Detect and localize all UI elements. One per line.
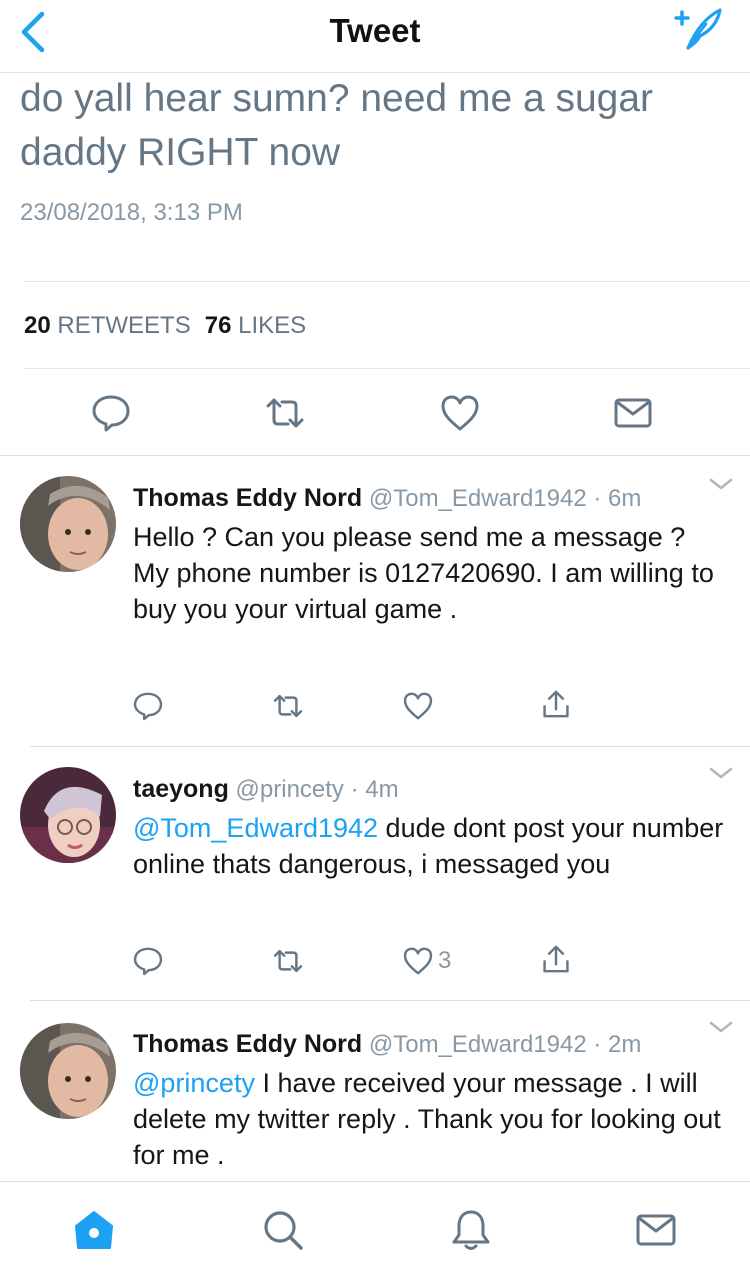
tab-notifications[interactable] [449, 1208, 493, 1252]
avatar[interactable] [20, 1023, 116, 1119]
chevron-down-icon [709, 767, 733, 779]
tweet-text: do yall hear sumn? need me a sugar daddy… [20, 77, 654, 174]
retweet-button[interactable] [272, 944, 304, 978]
like-button[interactable]: 3 [402, 944, 451, 978]
like-icon [403, 692, 433, 720]
like-icon [441, 395, 479, 431]
notifications-bell-icon [452, 1210, 490, 1250]
display-name[interactable]: Thomas Eddy Nord [133, 1030, 362, 1058]
reply-button[interactable] [90, 392, 132, 434]
user-avatar-image [20, 767, 116, 863]
share-button[interactable] [540, 687, 572, 721]
reply-options-button[interactable] [708, 476, 734, 492]
retweet-icon [273, 949, 303, 973]
user-handle[interactable]: @Tom_Edward1942 [369, 485, 587, 512]
share-icon [543, 945, 569, 973]
display-name[interactable]: taeyong [133, 775, 229, 803]
share-icon [543, 690, 569, 718]
page-title: Tweet [329, 12, 421, 49]
reply-text: @princety I have received your message .… [133, 1065, 728, 1173]
reply-header: Thomas Eddy Nord @Tom_Edward1942 · 6m [133, 484, 641, 513]
likes-count: 76 [204, 312, 232, 339]
chevron-down-icon [709, 478, 733, 490]
avatar[interactable] [20, 767, 116, 863]
tweet-stats: 20 RETWEETS 76 LIKES [24, 312, 306, 340]
reply-tweet[interactable]: Thomas Eddy Nord @Tom_Edward1942 · 2m @p… [0, 1001, 750, 1181]
message-icon [614, 398, 652, 428]
retweet-icon [266, 398, 304, 428]
reply-icon [133, 692, 163, 721]
tab-home[interactable] [72, 1208, 116, 1252]
reply-time: · 2m [593, 1031, 642, 1058]
search-icon [264, 1211, 303, 1250]
reply-icon [92, 395, 130, 432]
likes-stat[interactable]: 76 LIKES [205, 312, 306, 339]
like-count: 3 [438, 947, 452, 974]
reply-text: @Tom_Edward1942 dude dont post your numb… [133, 810, 728, 882]
direct-message-button[interactable] [612, 392, 654, 434]
reply-tweet[interactable]: taeyong @princety · 4m @Tom_Edward1942 d… [0, 747, 750, 1001]
mention-link[interactable]: @Tom_Edward1942 [133, 813, 378, 843]
reply-header: Thomas Eddy Nord @Tom_Edward1942 · 2m [133, 1030, 641, 1059]
like-button[interactable] [439, 392, 481, 434]
reply-time: · 4m [350, 776, 399, 803]
compose-button[interactable] [670, 4, 726, 52]
tweet-timestamp: 23/08/2018, 3:13 PM [20, 199, 243, 226]
retweets-stat[interactable]: 20 RETWEETS [24, 312, 191, 339]
messages-icon [636, 1214, 676, 1246]
mention-link[interactable]: @princety [133, 1068, 255, 1098]
retweets-label: RETWEETS [57, 312, 191, 339]
reply-options-button[interactable] [708, 1019, 734, 1035]
reply-button[interactable] [132, 689, 164, 723]
home-icon [75, 1211, 113, 1249]
like-button[interactable] [402, 689, 438, 723]
display-name[interactable]: Thomas Eddy Nord [133, 484, 362, 512]
reply-text: Hello ? Can you please send me a message… [133, 519, 728, 627]
reply-header: taeyong @princety · 4m [133, 775, 399, 804]
retweet-button[interactable] [264, 392, 306, 434]
reply-tweet[interactable]: Thomas Eddy Nord @Tom_Edward1942 · 6m He… [0, 456, 750, 746]
avatar[interactable] [20, 476, 116, 572]
chevron-down-icon [709, 1021, 733, 1033]
retweet-icon [273, 694, 303, 718]
compose-feather-icon [674, 8, 722, 50]
tab-search[interactable] [261, 1208, 305, 1252]
user-handle[interactable]: @Tom_Edward1942 [369, 1031, 587, 1058]
user-avatar-image [20, 476, 116, 572]
retweets-count: 20 [24, 312, 51, 339]
divider [24, 281, 750, 282]
reply-icon [133, 947, 163, 976]
divider [24, 368, 750, 369]
tab-messages[interactable] [634, 1208, 678, 1252]
reply-time: · 6m [593, 485, 642, 512]
user-handle[interactable]: @princety [236, 776, 344, 803]
retweet-button[interactable] [272, 689, 304, 723]
user-avatar-image [20, 1023, 116, 1119]
reply-button[interactable] [132, 944, 164, 978]
reply-body-text: Hello ? Can you please send me a message… [133, 522, 714, 624]
header: Tweet [0, 0, 750, 73]
bottom-tab-bar [0, 1181, 750, 1280]
likes-label: LIKES [238, 312, 307, 339]
reply-options-button[interactable] [708, 765, 734, 781]
like-icon [403, 947, 433, 975]
share-button[interactable] [540, 942, 572, 976]
